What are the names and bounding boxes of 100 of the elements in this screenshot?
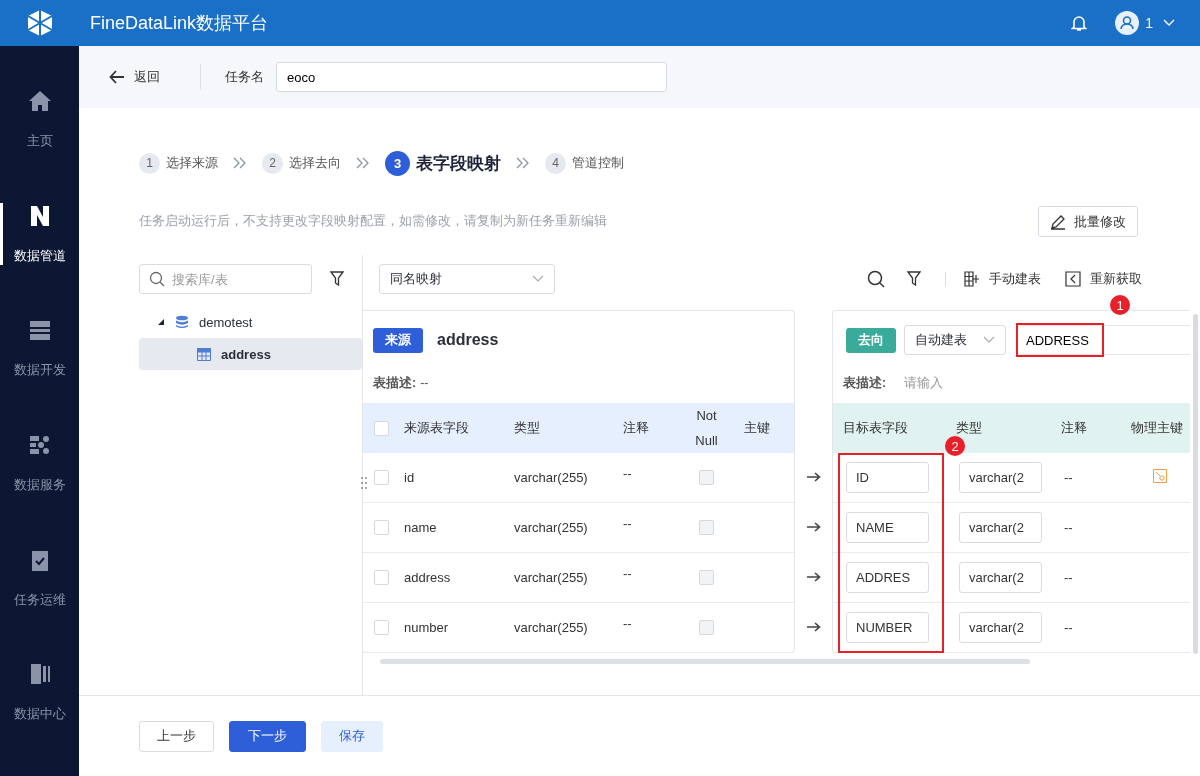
type-input[interactable]: varchar(2 [959,462,1042,493]
step-item[interactable]: 2 选择去向 [262,152,341,174]
drag-handle-icon[interactable] [361,476,367,490]
step-item[interactable]: 1 选择来源 [139,152,218,174]
table-cell-text: number [403,620,450,635]
nav-item[interactable]: 主页 [0,88,79,203]
column-header: Not Null [694,407,719,450]
next-button[interactable]: 下一步 [229,720,306,752]
arrow-right-icon [806,622,821,632]
double-chevron-icon [356,157,370,169]
target-tag: 去向 [846,327,896,353]
table-cell-text: varchar(255) [513,470,589,485]
database-icon [175,315,189,329]
table-cell-text: -- [622,515,633,531]
type-input[interactable]: varchar(2 [959,612,1042,643]
search-icon[interactable] [867,270,885,288]
description-value: -- [420,376,429,390]
scrollbar[interactable] [1192,314,1198,654]
checkbox[interactable] [373,620,389,635]
field-name-input[interactable]: ADDRES [846,562,929,593]
annotation-badge: 1 [1110,295,1130,315]
field-name-input[interactable]: NUMBER [846,612,929,643]
toolbar-button[interactable]: 手动建表 [964,270,1041,288]
task-name-field[interactable]: eoco [276,62,667,92]
field-name-input[interactable]: ID [846,462,929,493]
arrow-right-icon [806,472,821,482]
description-label: 表描述: [373,374,417,392]
back-button[interactable]: 返回 [109,68,160,86]
checkbox[interactable] [373,570,389,585]
chevron-down-icon[interactable] [1163,19,1175,27]
table-cell-text: -- [622,465,633,481]
type-input[interactable]: varchar(2 [959,562,1042,593]
column-header: 类型 [513,419,541,437]
table-cell-text: name [403,520,438,535]
notice-text: 任务启动运行后，不支持更改字段映射配置，如需修改，请复制为新任务重新编辑 [139,213,608,230]
mapping-mode-dropdown[interactable]: 同名映射 [379,264,555,294]
arrow-right-icon [806,522,821,532]
filter-icon[interactable] [907,271,921,287]
table-cell-text: -- [622,615,633,631]
table-cell-text: -- [1063,570,1074,585]
refresh-box-icon [1065,271,1081,287]
avatar-icon[interactable] [1115,11,1140,35]
checkbox[interactable] [373,520,389,535]
tree-item[interactable]: demotest [139,306,362,338]
checkbox[interactable] [373,420,389,436]
field-name-input[interactable]: NAME [846,512,929,543]
search-icon [149,271,165,287]
checkbox[interactable] [373,470,389,485]
expand-triangle-icon [157,318,165,326]
previous-button[interactable]: 上一步 [139,720,214,752]
table-name-field[interactable]: ADDRESS [1016,325,1190,355]
batch-edit-button[interactable]: 批量修改 [1038,206,1138,237]
filter-icon[interactable] [330,271,344,287]
step-item[interactable]: 4 管道控制 [545,152,624,174]
chevron-down-icon [532,275,544,283]
type-input[interactable]: varchar(2 [959,512,1042,543]
column-header: 注释 [622,419,650,437]
arrow-left-icon [109,70,125,84]
nav-item[interactable]: 数据服务 [0,432,79,547]
step-item[interactable]: 3 表字段映射 [385,150,501,176]
column-header: 类型 [955,419,983,437]
nav-item[interactable]: 数据开发 [0,317,79,432]
nav-item[interactable]: 数据管道 [0,202,79,318]
column-header: 物理主键 [1130,419,1184,437]
table-cell-text: id [403,470,416,485]
user-name[interactable]: 1 [1145,15,1153,31]
double-chevron-icon [233,157,247,169]
grid-plus-icon [964,271,980,287]
table-mode-dropdown[interactable]: 自动建表 [904,325,1006,355]
table-cell-text: varchar(255) [513,620,589,635]
column-header: 注释 [1060,419,1088,437]
app-title: FineDataLink数据平台 [90,12,269,35]
column-header: 来源表字段 [403,419,470,437]
nav-item[interactable]: 任务运维 [0,546,79,662]
task-name-label: 任务名 [225,68,264,86]
save-button[interactable]: 保存 [321,720,383,752]
table-cell-text: address [403,570,452,585]
table-cell-text: -- [622,565,633,581]
nav-item[interactable]: 数据中心 [0,661,79,776]
table-cell-text: varchar(255) [513,520,589,535]
table-cell-text: -- [1063,520,1074,535]
table-cell-text: -- [1063,470,1074,485]
double-chevron-icon [516,157,530,169]
search-field[interactable]: 搜索库/表 [139,264,312,294]
arrow-right-icon [806,572,821,582]
table-cell-text: varchar(255) [513,570,589,585]
description-label: 表描述: [843,374,887,392]
toolbar-button[interactable]: 重新获取 [1065,270,1142,288]
tree-item[interactable]: address [139,338,362,370]
column-header: 主键 [743,419,771,437]
bell-icon[interactable] [1071,14,1088,32]
table-name: address [437,331,499,349]
table-cell-text: -- [1063,620,1074,635]
chevron-down-icon [983,336,995,344]
source-tag: 来源 [373,327,423,353]
pencil-icon [1050,213,1066,230]
table-icon [197,347,211,361]
scrollbar[interactable] [380,659,1030,664]
key-icon[interactable] [1153,469,1167,483]
column-header: 目标表字段 [842,419,909,437]
